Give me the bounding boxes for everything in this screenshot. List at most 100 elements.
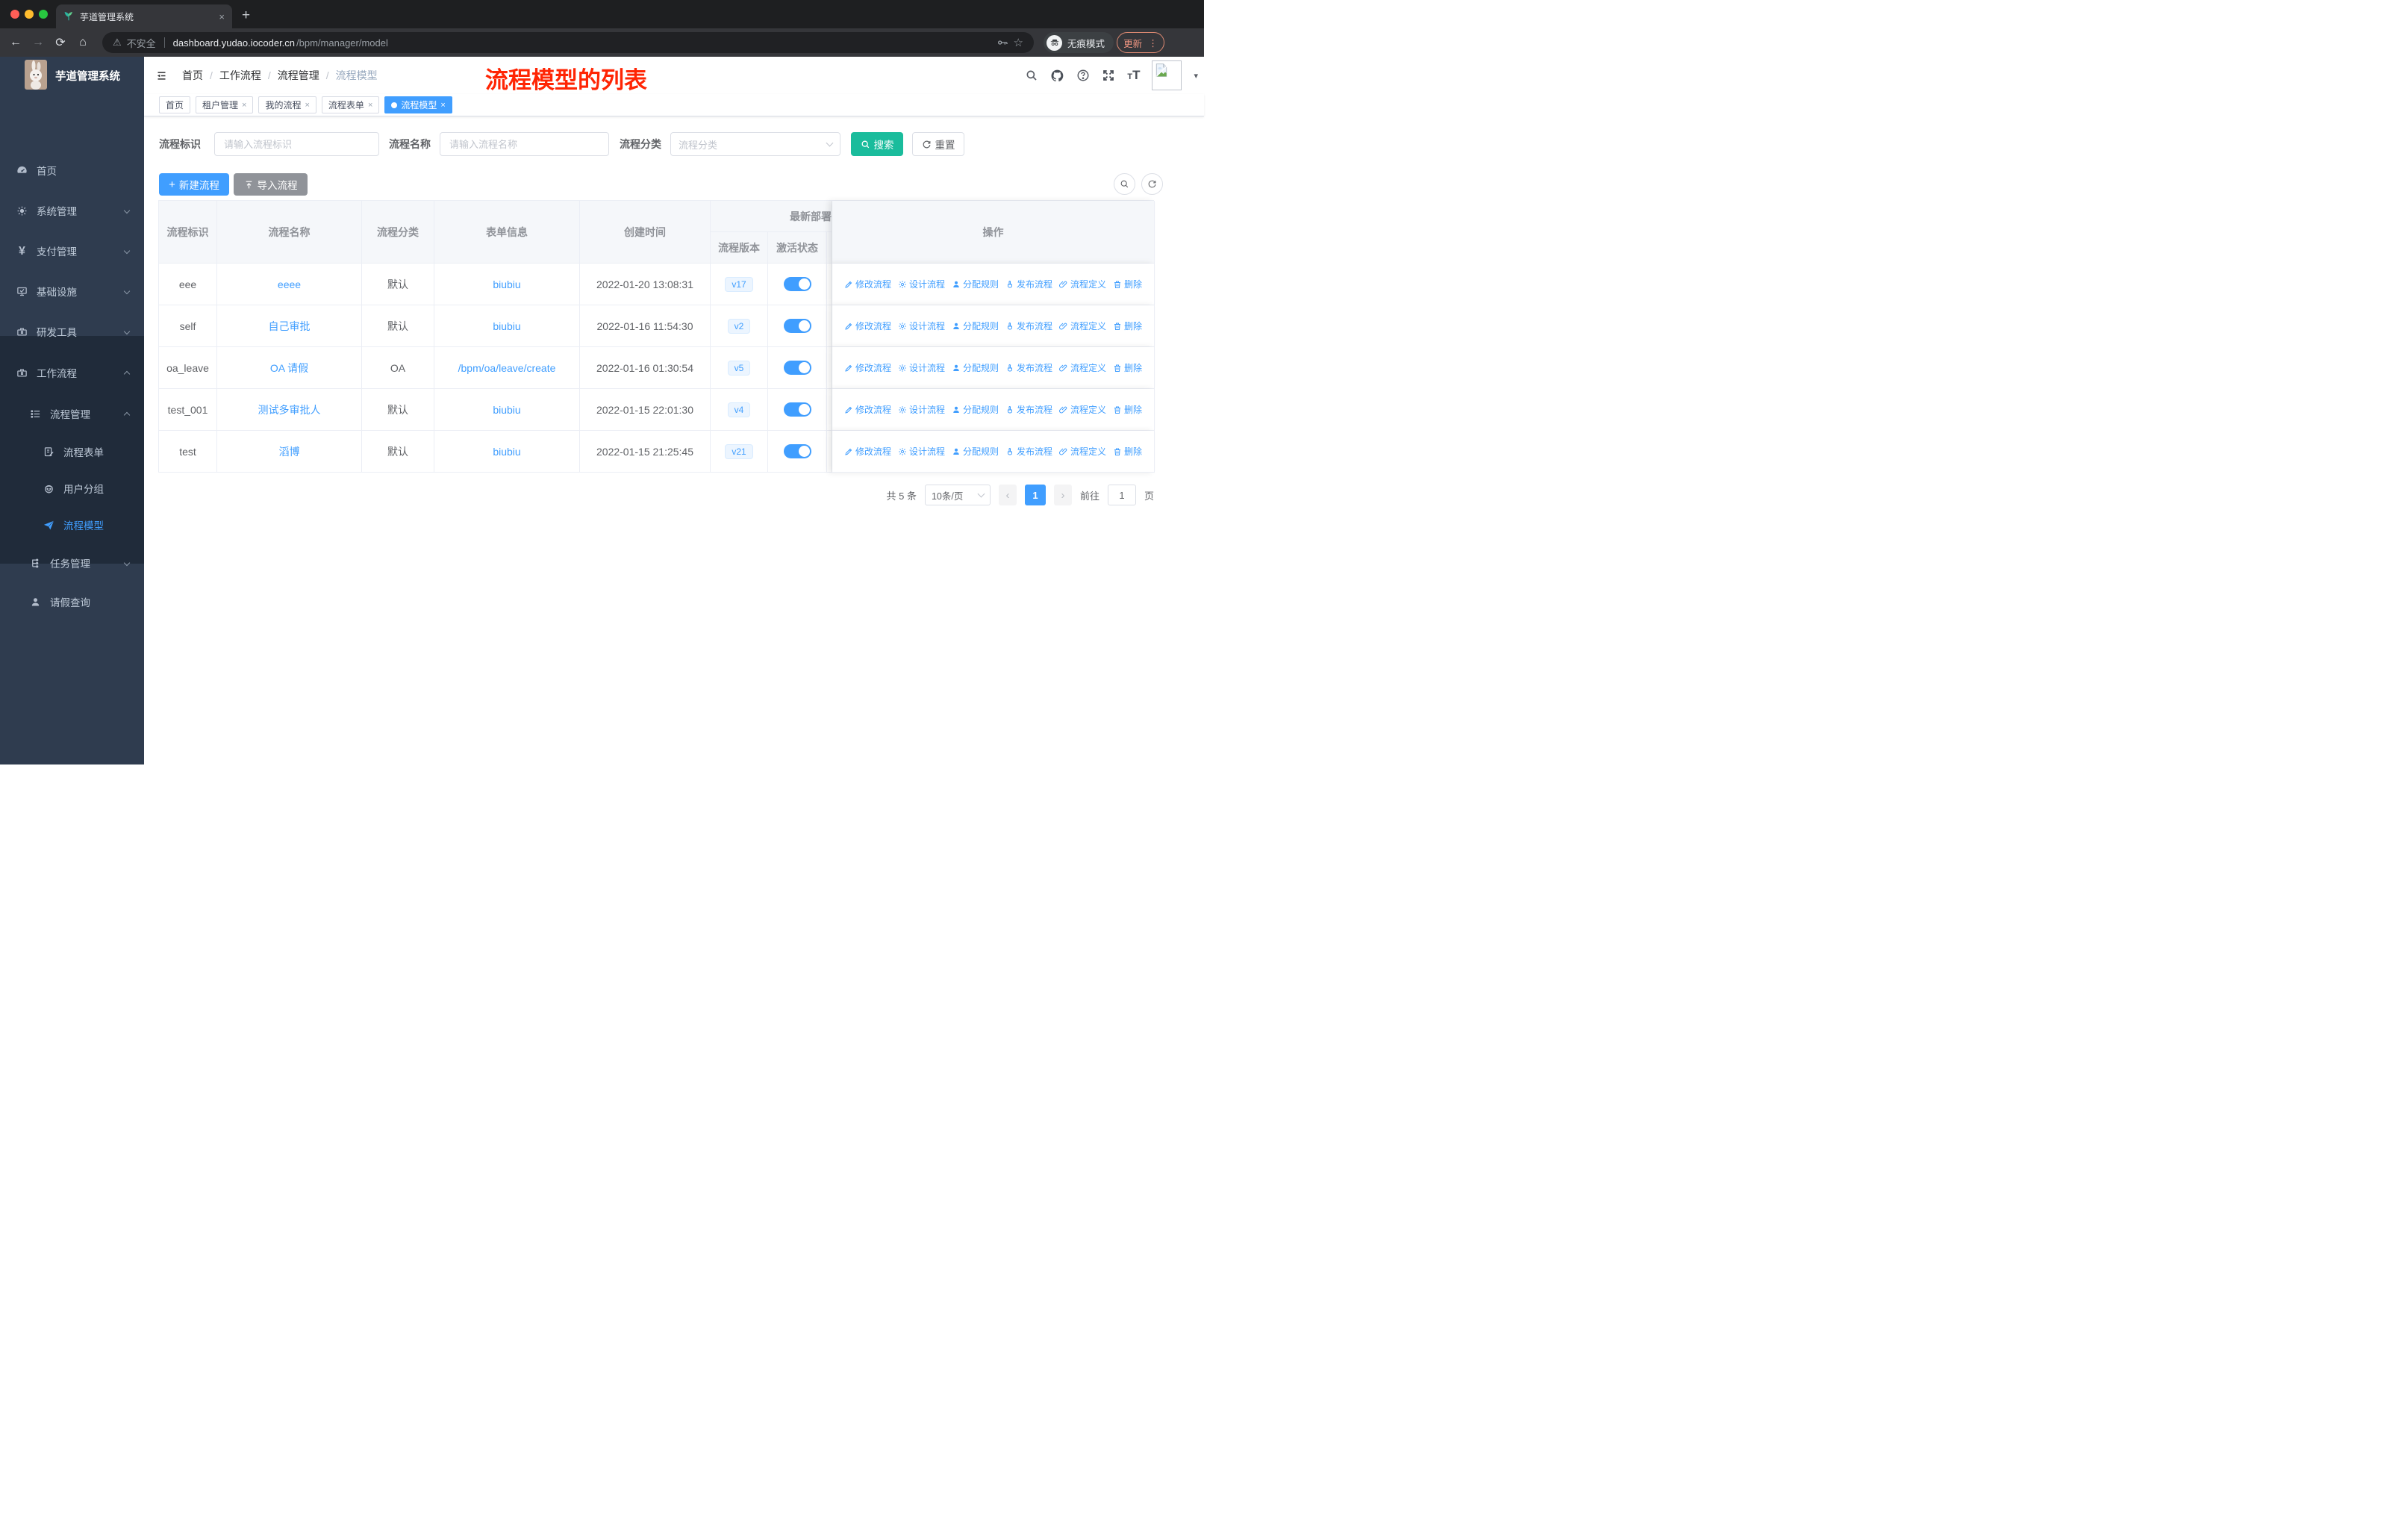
action-publish-process[interactable]: 发布流程 <box>1005 361 1052 374</box>
sidebar-item-user-group[interactable]: 用户分组 <box>0 473 144 503</box>
action-delete[interactable]: 删除 <box>1113 320 1142 332</box>
tag-close-icon[interactable]: × <box>242 101 246 110</box>
action-design-process[interactable]: 设计流程 <box>898 320 945 332</box>
sidebar-item-payment[interactable]: ¥ 支付管理 <box>0 236 144 266</box>
form-info-link[interactable]: biubiu <box>493 320 520 332</box>
action-process-definition[interactable]: 流程定义 <box>1059 403 1106 416</box>
action-process-definition[interactable]: 流程定义 <box>1059 445 1106 458</box>
avatar-caret-icon[interactable]: ▾ <box>1194 71 1198 81</box>
browser-tab[interactable]: 芋道管理系统 × <box>56 4 232 28</box>
status-toggle[interactable] <box>783 402 811 417</box>
close-window-button[interactable] <box>10 10 19 19</box>
action-delete[interactable]: 删除 <box>1113 445 1142 458</box>
github-icon[interactable] <box>1050 69 1064 83</box>
form-info-link[interactable]: biubiu <box>493 404 520 416</box>
form-info-link[interactable]: biubiu <box>493 446 520 458</box>
process-name-link[interactable]: 自己审批 <box>269 319 311 334</box>
home-icon[interactable]: ⌂ <box>72 36 94 49</box>
action-assign-rule[interactable]: 分配规则 <box>952 445 999 458</box>
sidebar-item-process-management[interactable]: 流程管理 <box>0 399 144 429</box>
tag-close-icon[interactable]: × <box>440 101 445 110</box>
sidebar-item-task-management[interactable]: 任务管理 <box>0 548 144 578</box>
sidebar-item-system[interactable]: 系统管理 <box>0 196 144 225</box>
action-publish-process[interactable]: 发布流程 <box>1005 403 1052 416</box>
sidebar-fold-icon[interactable] <box>155 70 168 81</box>
page-size-select[interactable]: 10条/页 <box>924 485 991 505</box>
tag-home[interactable]: 首页 <box>159 96 191 113</box>
page-1-button[interactable]: 1 <box>1024 485 1046 505</box>
maximize-window-button[interactable] <box>39 10 48 19</box>
status-toggle[interactable] <box>783 361 811 375</box>
status-toggle[interactable] <box>783 444 811 458</box>
action-delete[interactable]: 删除 <box>1113 361 1142 374</box>
process-name-link[interactable]: 滔博 <box>279 444 300 459</box>
action-assign-rule[interactable]: 分配规则 <box>952 320 999 332</box>
tag-tenant-management[interactable]: 租户管理 × <box>196 96 254 113</box>
filter-category-select[interactable]: 流程分类 <box>670 132 840 156</box>
next-page-button[interactable]: › <box>1053 485 1072 505</box>
new-tab-button[interactable]: + <box>242 6 250 25</box>
sidebar-item-process-model[interactable]: 流程模型 <box>0 510 144 540</box>
process-name-link[interactable]: eeee <box>278 278 301 290</box>
action-publish-process[interactable]: 发布流程 <box>1005 278 1052 290</box>
sidebar-item-infrastructure[interactable]: 基础设施 <box>0 276 144 306</box>
breadcrumb-workflow[interactable]: 工作流程 <box>219 68 261 83</box>
search-button[interactable]: 搜索 <box>851 132 903 156</box>
filter-name-input[interactable] <box>440 132 609 156</box>
minimize-window-button[interactable] <box>25 10 34 19</box>
action-assign-rule[interactable]: 分配规则 <box>952 403 999 416</box>
create-process-button[interactable]: + 新建流程 <box>159 173 229 196</box>
sidebar-item-workflow[interactable]: 工作流程 <box>0 358 144 387</box>
font-size-icon[interactable]: TT <box>1127 68 1140 83</box>
tag-close-icon[interactable]: × <box>305 101 309 110</box>
action-assign-rule[interactable]: 分配规则 <box>952 361 999 374</box>
form-info-link[interactable]: /bpm/oa/leave/create <box>458 362 556 374</box>
goto-page-input[interactable] <box>1107 485 1136 505</box>
action-edit-process[interactable]: 修改流程 <box>844 403 891 416</box>
action-edit-process[interactable]: 修改流程 <box>844 320 891 332</box>
action-design-process[interactable]: 设计流程 <box>898 403 945 416</box>
avatar[interactable] <box>1152 60 1182 90</box>
fullscreen-icon[interactable] <box>1102 69 1115 82</box>
breadcrumb-process-management[interactable]: 流程管理 <box>278 68 319 83</box>
action-process-definition[interactable]: 流程定义 <box>1059 320 1106 332</box>
import-process-button[interactable]: 导入流程 <box>234 173 308 196</box>
table-search-button[interactable] <box>1114 173 1135 195</box>
forward-icon[interactable]: → <box>27 36 49 49</box>
action-design-process[interactable]: 设计流程 <box>898 361 945 374</box>
action-design-process[interactable]: 设计流程 <box>898 445 945 458</box>
reset-button[interactable]: 重置 <box>912 132 964 156</box>
status-toggle[interactable] <box>783 277 811 291</box>
action-edit-process[interactable]: 修改流程 <box>844 445 891 458</box>
chrome-menu-icon[interactable]: ⋮ <box>1148 37 1158 49</box>
action-design-process[interactable]: 设计流程 <box>898 278 945 290</box>
process-name-link[interactable]: 测试多审批人 <box>258 402 321 417</box>
search-icon[interactable] <box>1025 69 1038 82</box>
sidebar-item-leave-query[interactable]: 请假查询 <box>0 587 144 617</box>
filter-id-input[interactable] <box>214 132 379 156</box>
chrome-update-button[interactable]: 更新 ⋮ <box>1117 32 1164 53</box>
tag-my-process[interactable]: 我的流程 × <box>258 96 316 113</box>
action-process-definition[interactable]: 流程定义 <box>1059 361 1106 374</box>
action-delete[interactable]: 删除 <box>1113 278 1142 290</box>
action-publish-process[interactable]: 发布流程 <box>1005 320 1052 332</box>
reload-icon[interactable]: ⟳ <box>49 35 72 50</box>
table-refresh-button[interactable] <box>1141 173 1163 195</box>
tag-close-icon[interactable]: × <box>368 101 372 110</box>
tag-process-form[interactable]: 流程表单 × <box>321 96 380 113</box>
sidebar-item-home[interactable]: 首页 <box>0 155 144 185</box>
action-process-definition[interactable]: 流程定义 <box>1059 278 1106 290</box>
sidebar-item-dev-tools[interactable]: 研发工具 <box>0 317 144 346</box>
status-toggle[interactable] <box>783 319 811 333</box>
sidebar-item-process-form[interactable]: 流程表单 <box>0 437 144 467</box>
breadcrumb-home[interactable]: 首页 <box>182 68 203 83</box>
prev-page-button[interactable]: ‹ <box>998 485 1017 505</box>
tab-close-icon[interactable]: × <box>219 11 225 22</box>
tag-process-model[interactable]: 流程模型 × <box>384 96 452 113</box>
address-bar[interactable]: ⚠ 不安全 dashboard.yudao.iocoder.cn /bpm/ma… <box>102 32 1034 53</box>
action-edit-process[interactable]: 修改流程 <box>844 278 891 290</box>
question-icon[interactable] <box>1076 69 1090 82</box>
action-edit-process[interactable]: 修改流程 <box>844 361 891 374</box>
form-info-link[interactable]: biubiu <box>493 278 520 290</box>
back-icon[interactable]: ← <box>4 36 27 49</box>
